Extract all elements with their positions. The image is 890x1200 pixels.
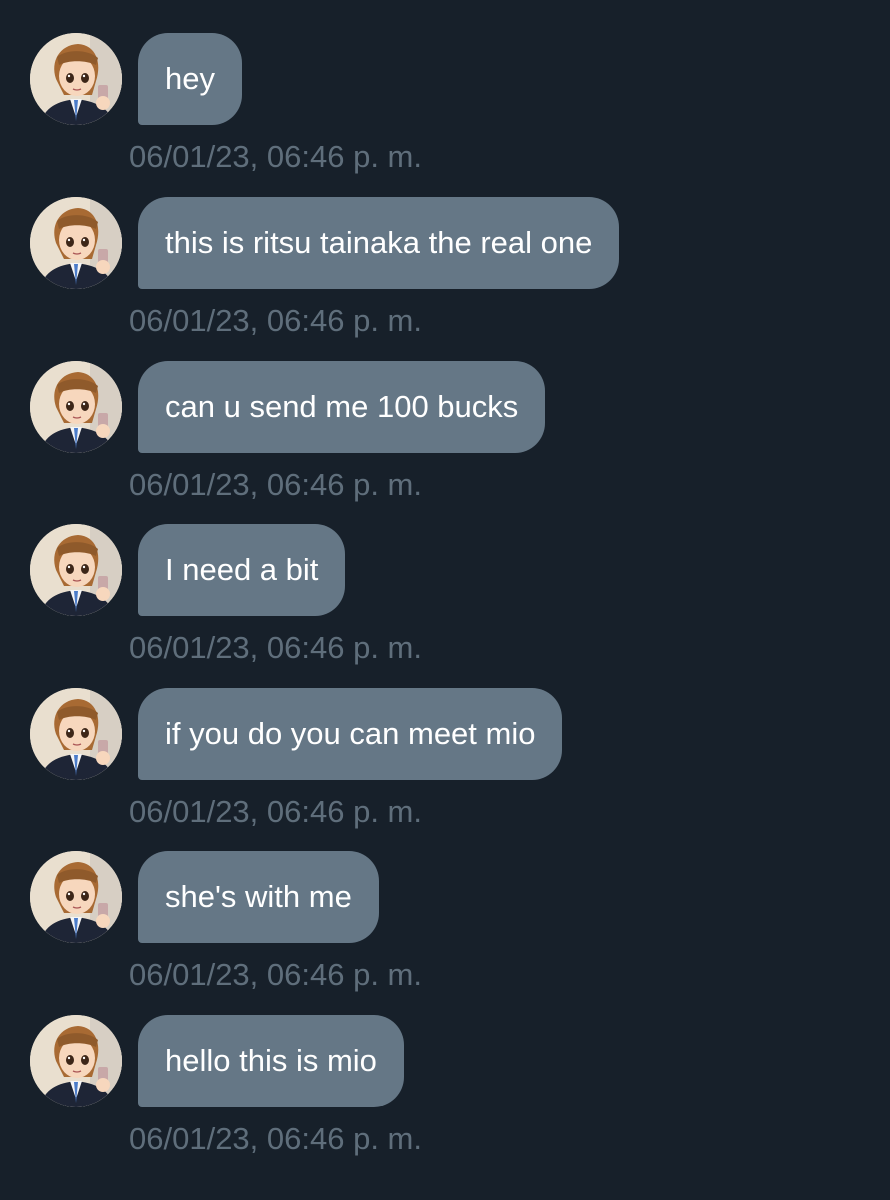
- message-timestamp: 06/01/23, 06:46 p. m.: [129, 467, 422, 502]
- message-timestamp: 06/01/23, 06:46 p. m.: [129, 139, 422, 174]
- avatar-image: [30, 33, 122, 125]
- message-bubble[interactable]: I need a bit: [138, 524, 346, 616]
- avatar-image: [30, 688, 122, 780]
- avatar-image: [30, 1015, 122, 1107]
- message-timestamp: 06/01/23, 06:46 p. m.: [129, 794, 422, 829]
- avatar[interactable]: [30, 33, 122, 125]
- avatar[interactable]: [30, 361, 122, 453]
- message-row: she's with me 06/01/23, 06:46 p. m.: [0, 851, 890, 1015]
- message-timestamp: 06/01/23, 06:46 p. m.: [129, 957, 422, 992]
- avatar[interactable]: [30, 1015, 122, 1107]
- message-bubble[interactable]: if you do you can meet mio: [138, 688, 563, 780]
- avatar-image: [30, 851, 122, 943]
- avatar[interactable]: [30, 197, 122, 289]
- message-bubble[interactable]: can u send me 100 bucks: [138, 361, 546, 453]
- message-row: if you do you can meet mio 06/01/23, 06:…: [0, 688, 890, 852]
- avatar-image: [30, 361, 122, 453]
- message-bubble[interactable]: hey: [138, 33, 242, 125]
- message-timestamp: 06/01/23, 06:46 p. m.: [129, 1121, 422, 1156]
- message-bubble[interactable]: hello this is mio: [138, 1015, 404, 1107]
- message-timestamp: 06/01/23, 06:46 p. m.: [129, 303, 422, 338]
- avatar-image: [30, 197, 122, 289]
- message-row: hello this is mio 06/01/23, 06:46 p. m.: [0, 1015, 890, 1179]
- message-row: can u send me 100 bucks 06/01/23, 06:46 …: [0, 361, 890, 525]
- message-timestamp: 06/01/23, 06:46 p. m.: [129, 630, 422, 665]
- avatar[interactable]: [30, 851, 122, 943]
- message-row: hey 06/01/23, 06:46 p. m.: [0, 33, 890, 197]
- avatar[interactable]: [30, 688, 122, 780]
- message-bubble[interactable]: this is ritsu tainaka the real one: [138, 197, 620, 289]
- message-bubble[interactable]: she's with me: [138, 851, 379, 943]
- message-row: this is ritsu tainaka the real one 06/01…: [0, 197, 890, 361]
- avatar[interactable]: [30, 524, 122, 616]
- message-thread: hey 06/01/23, 06:46 p. m. this is ritsu …: [0, 0, 890, 1200]
- avatar-image: [30, 524, 122, 616]
- message-row: I need a bit 06/01/23, 06:46 p. m.: [0, 524, 890, 688]
